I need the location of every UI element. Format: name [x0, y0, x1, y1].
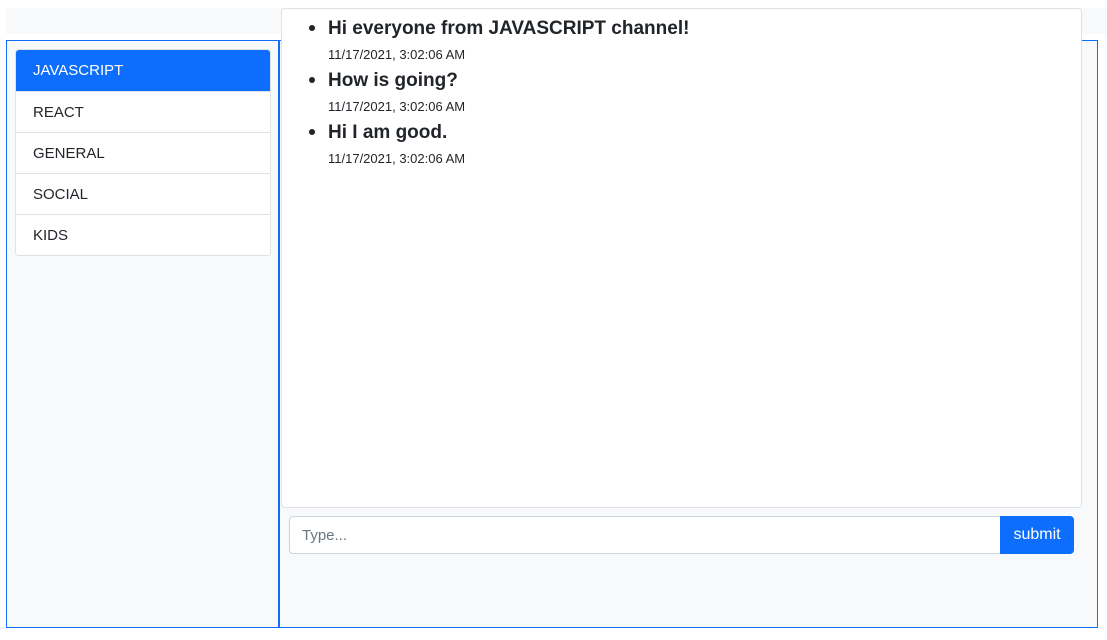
bullet-icon: [309, 129, 315, 135]
message-text: Hi everyone from JAVASCRIPT channel!: [328, 18, 690, 39]
channel-item-react[interactable]: REACT: [16, 91, 270, 132]
channel-item-kids[interactable]: KIDS: [16, 214, 270, 255]
message-text: How is going?: [328, 70, 458, 91]
message-item: How is going? 11/17/2021, 3:02:06 AM: [308, 69, 1081, 115]
message-item: Hi everyone from JAVASCRIPT channel! 11/…: [308, 17, 1081, 63]
channel-list: JAVASCRIPT REACT GENERAL SOCIAL KIDS: [15, 49, 271, 256]
message-input[interactable]: [289, 516, 1001, 554]
channel-item-general[interactable]: GENERAL: [16, 132, 270, 173]
channel-item-social[interactable]: SOCIAL: [16, 173, 270, 214]
sidebar: JAVASCRIPT REACT GENERAL SOCIAL KIDS: [7, 41, 280, 627]
message-panel: Hi everyone from JAVASCRIPT channel! 11/…: [281, 8, 1082, 508]
submit-button[interactable]: submit: [1000, 516, 1074, 554]
message-text: Hi I am good.: [328, 122, 448, 143]
message-item: Hi I am good. 11/17/2021, 3:02:06 AM: [308, 121, 1081, 167]
message-composer: submit: [289, 516, 1074, 554]
message-timestamp: 11/17/2021, 3:02:06 AM: [328, 151, 466, 166]
bullet-icon: [309, 25, 315, 31]
message-list: Hi everyone from JAVASCRIPT channel! 11/…: [282, 9, 1081, 167]
message-timestamp: 11/17/2021, 3:02:06 AM: [328, 99, 466, 114]
message-timestamp: 11/17/2021, 3:02:06 AM: [328, 47, 466, 62]
bullet-icon: [309, 77, 315, 83]
channel-item-javascript[interactable]: JAVASCRIPT: [16, 50, 270, 91]
